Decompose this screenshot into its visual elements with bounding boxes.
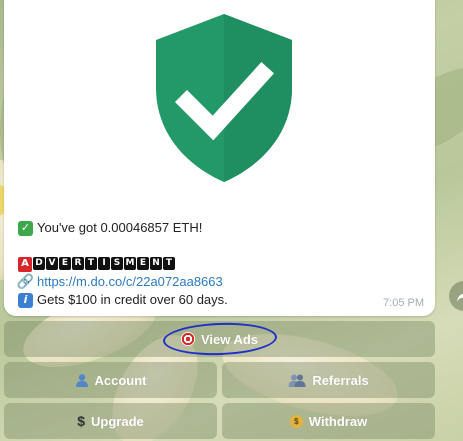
ad-letter: T <box>85 256 97 270</box>
withdraw-label: Withdraw <box>308 413 368 429</box>
dollar-sign-icon: $ <box>77 413 86 429</box>
busts-in-silhouette-icon <box>288 373 306 387</box>
eth-reward-line: ✓ You've got 0.00046857 ETH! <box>18 219 418 237</box>
advertisment-banner: A D V E R T I S M E N T <box>18 255 418 273</box>
upgrade-label: Upgrade <box>91 413 144 429</box>
ad-letter: N <box>150 256 162 270</box>
money-bag-icon: $ <box>289 414 303 428</box>
message-text: ✓ You've got 0.00046857 ETH! A D V E R T… <box>16 219 418 309</box>
ad-letter: T <box>163 256 175 270</box>
credit-info-line: i Gets $100 in credit over 60 days. <box>18 291 418 309</box>
information-icon: i <box>18 292 33 308</box>
check-mark-button-icon: ✓ <box>18 220 33 236</box>
ad-letter: E <box>59 256 71 270</box>
ad-link-line: 🔗 https://m.do.co/c/22a072aa8663 <box>16 273 418 291</box>
message-bubble: ✓ You've got 0.00046857 ETH! A D V E R T… <box>4 0 435 316</box>
ad-letter: E <box>137 256 149 270</box>
withdraw-button[interactable]: $ Withdraw <box>222 403 435 439</box>
eth-reward-text: You've got 0.00046857 ETH! <box>37 220 203 235</box>
upgrade-button[interactable]: $ Upgrade <box>4 403 217 439</box>
ad-letter: D <box>33 256 45 270</box>
account-label: Account <box>94 372 147 388</box>
ad-letter: S <box>111 256 123 270</box>
link-icon: 🔗 <box>16 274 35 290</box>
shield-check-icon <box>149 10 299 185</box>
ad-letter: I <box>98 256 110 270</box>
ad-letter-a: A <box>18 256 32 272</box>
bust-in-silhouette-icon <box>75 373 89 387</box>
referrals-label: Referrals <box>312 372 369 388</box>
ad-letter: R <box>72 256 84 270</box>
credit-info-text: Gets $100 in credit over 60 days. <box>37 292 228 307</box>
message-timestamp: 7:05 PM <box>383 297 424 309</box>
ad-link[interactable]: https://m.do.co/c/22a072aa8663 <box>37 273 223 291</box>
ad-letter: V <box>46 256 58 270</box>
ad-letter: M <box>124 256 136 270</box>
referrals-button[interactable]: Referrals <box>222 362 435 398</box>
account-button[interactable]: Account <box>4 362 217 398</box>
